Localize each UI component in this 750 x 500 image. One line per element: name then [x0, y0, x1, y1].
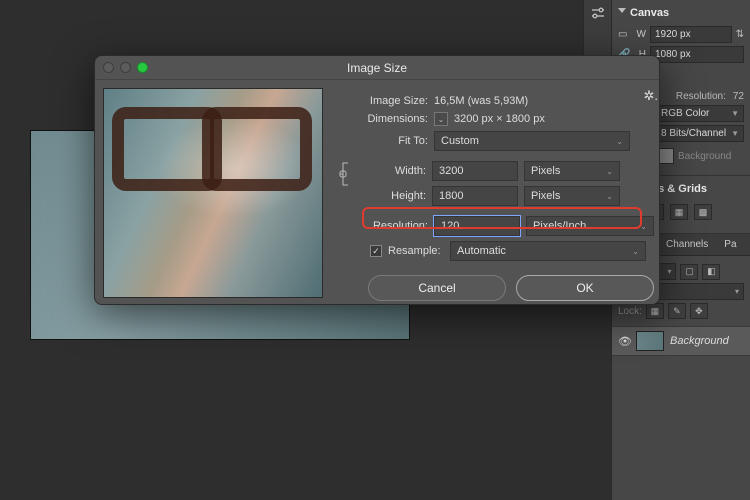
- canvas-panel-header[interactable]: Canvas: [618, 4, 744, 23]
- lock-position-icon[interactable]: ✥: [690, 303, 708, 319]
- fill-value: Background: [678, 151, 731, 162]
- swap-icon[interactable]: ⇅: [736, 29, 744, 40]
- guides-toggle-icon[interactable]: ▦: [670, 204, 688, 220]
- canvas-res-label: Resolution:: [676, 91, 726, 102]
- height-input[interactable]: 1800: [432, 186, 518, 206]
- lock-label: Lock:: [618, 306, 642, 317]
- canvas-width-input[interactable]: 1920 px: [650, 26, 732, 43]
- fit-to-select[interactable]: Custom⌄: [434, 131, 630, 151]
- pixel-grid-icon[interactable]: ▩: [694, 204, 712, 220]
- resample-method-select[interactable]: Automatic⌄: [450, 241, 646, 261]
- canvas-height-input[interactable]: 1080 px: [650, 46, 744, 63]
- width-label: Width:: [352, 165, 426, 177]
- canvas-w-label: W: [634, 29, 646, 40]
- width-unit-select[interactable]: Pixels⌄: [524, 161, 620, 181]
- resolution-unit-select[interactable]: Pixels/Inch⌄: [526, 216, 654, 236]
- dialog-title: Image Size: [347, 61, 407, 75]
- window-minimize-icon[interactable]: [120, 62, 131, 73]
- bit-depth-select[interactable]: 8 Bits/Channel▼: [656, 125, 744, 142]
- canvas-width-row: ▭ W 1920 px ⇅: [618, 26, 744, 43]
- visibility-icon[interactable]: 👁: [618, 335, 630, 347]
- filter-image-icon[interactable]: ▢: [680, 264, 698, 280]
- color-mode-select[interactable]: RGB Color▼: [656, 105, 744, 122]
- ok-button[interactable]: OK: [516, 275, 654, 301]
- layer-name[interactable]: Background: [670, 335, 729, 347]
- window-close-icon[interactable]: [103, 62, 114, 73]
- window-maximize-icon[interactable]: [137, 62, 148, 73]
- resample-checkbox[interactable]: ✓: [370, 245, 382, 257]
- preview-image: [103, 88, 323, 298]
- width-input[interactable]: 3200: [432, 161, 518, 181]
- dimensions-unit-toggle[interactable]: ⌄: [434, 112, 448, 126]
- constrain-proportions-icon[interactable]: [336, 158, 352, 190]
- image-size-label: Image Size:: [336, 95, 428, 107]
- lock-pixels-icon[interactable]: ✎: [668, 303, 686, 319]
- tab-paths[interactable]: Pa: [716, 234, 744, 255]
- dimensions-value: 3200 px × 1800 px: [454, 113, 545, 125]
- cancel-button[interactable]: Cancel: [368, 275, 506, 301]
- fit-to-label: Fit To:: [336, 135, 428, 147]
- orientation-icon[interactable]: ▭: [618, 29, 630, 40]
- filter-pixel-icon[interactable]: ◧: [702, 264, 720, 280]
- height-unit-select[interactable]: Pixels⌄: [524, 186, 620, 206]
- layer-row-background[interactable]: 👁 Background: [612, 326, 750, 356]
- dialog-form: ✲. Image Size: 16,5M (was 5,93M) Dimensi…: [330, 80, 668, 304]
- dimensions-label: Dimensions:: [336, 113, 428, 125]
- layer-thumbnail[interactable]: [636, 331, 664, 351]
- adjustments-icon[interactable]: [584, 0, 612, 26]
- resolution-input[interactable]: 120: [434, 216, 520, 236]
- height-label: Height:: [352, 190, 426, 202]
- image-size-dialog: Image Size ✲. Image Size: 16,5M (was 5,9…: [94, 55, 660, 305]
- chevron-down-icon: [618, 8, 626, 13]
- canvas-panel-title: Canvas: [630, 7, 669, 19]
- resample-label: Resample:: [388, 245, 444, 257]
- gear-icon[interactable]: ✲.: [643, 88, 658, 104]
- canvas-res-value: 72: [733, 91, 744, 102]
- lock-transparency-icon[interactable]: ▦: [646, 303, 664, 319]
- resolution-label: Resolution:: [336, 220, 428, 232]
- image-size-value: 16,5M (was 5,93M): [434, 95, 528, 107]
- dialog-preview[interactable]: [95, 80, 330, 304]
- dialog-titlebar[interactable]: Image Size: [95, 56, 659, 80]
